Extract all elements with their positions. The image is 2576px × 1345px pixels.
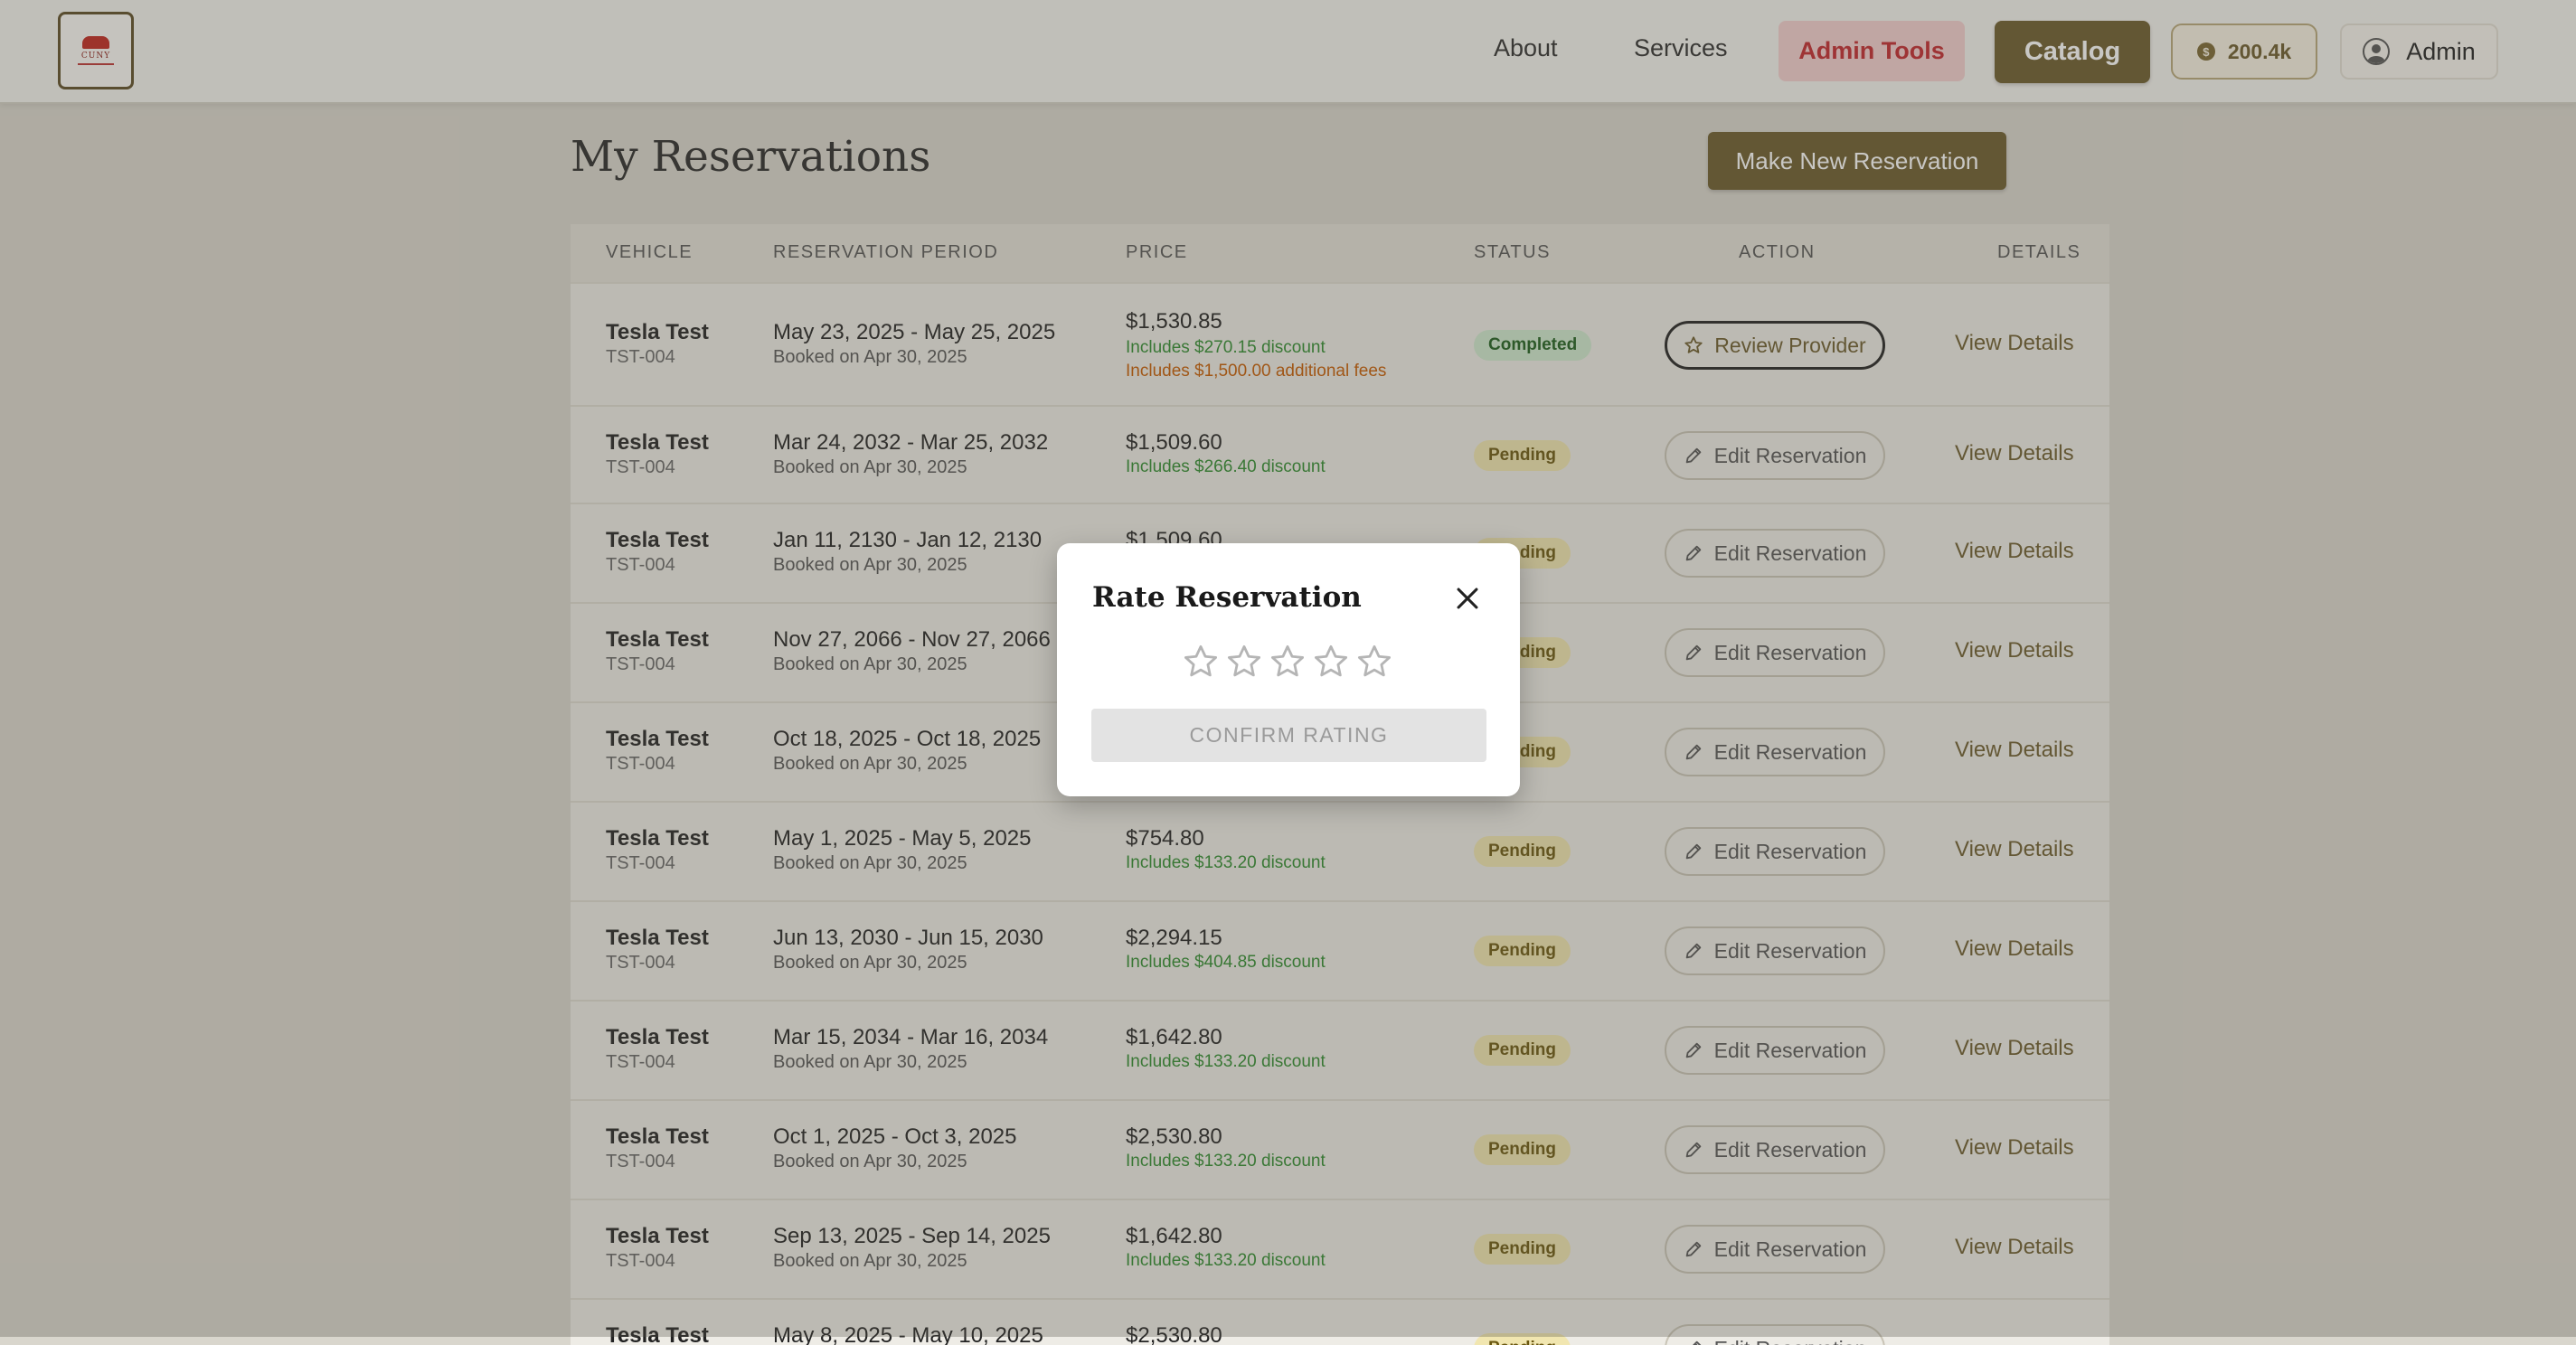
dialog-title: Rate Reservation (1092, 581, 1362, 614)
star-5-icon[interactable] (1355, 643, 1393, 681)
rate-reservation-dialog: Rate Reservation CONFIRM RATING (1057, 543, 1520, 796)
confirm-rating-button[interactable]: CONFIRM RATING (1091, 709, 1486, 762)
star-1-icon[interactable] (1182, 643, 1220, 681)
star-2-icon[interactable] (1225, 643, 1263, 681)
star-3-icon[interactable] (1269, 643, 1307, 681)
action-label: Edit Reservation (1714, 1337, 1867, 1345)
star-4-icon[interactable] (1312, 643, 1350, 681)
star-rating[interactable] (1182, 643, 1408, 684)
close-icon[interactable] (1452, 583, 1483, 614)
pencil-icon (1684, 1339, 1703, 1345)
